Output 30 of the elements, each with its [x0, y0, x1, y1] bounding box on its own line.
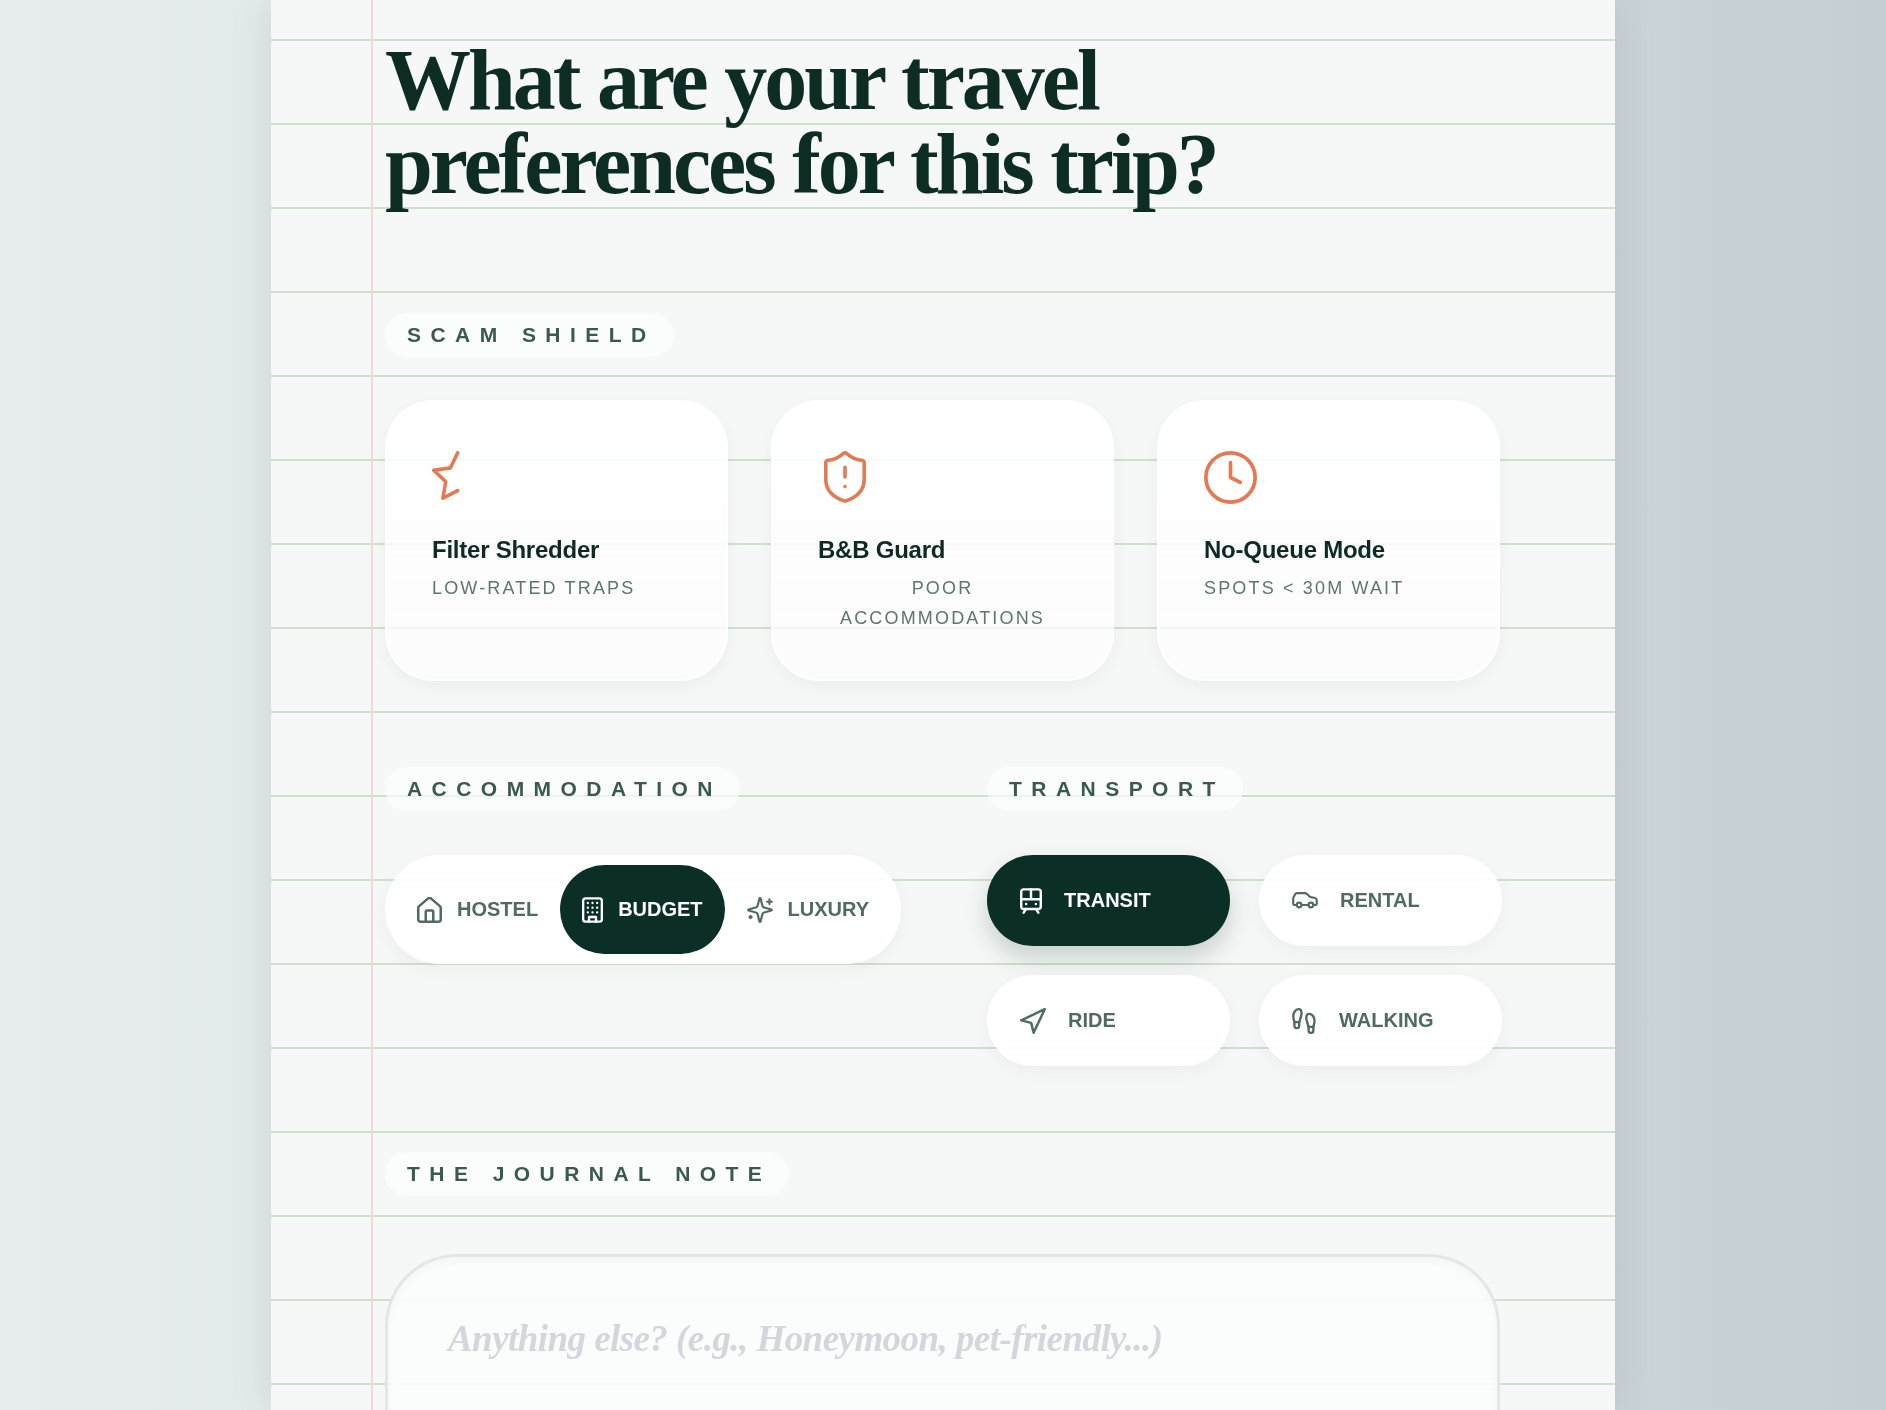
- section-label: THE JOURNAL NOTE: [385, 1152, 790, 1196]
- accommodation-option[interactable]: BUDGET: [560, 865, 725, 954]
- transport-option[interactable]: RIDE: [987, 975, 1231, 1066]
- car-icon: [1292, 892, 1319, 909]
- card-title: B&B Guard: [818, 535, 947, 565]
- section-label: TRANSPORT: [987, 767, 1243, 811]
- card-subtitle: SPOTS < 30M WAIT: [1204, 577, 1405, 600]
- tram-icon: [1020, 887, 1043, 914]
- card-subtitle: LOW-RATED TRAPS: [432, 577, 636, 600]
- page-title: What are your travel preferences for this trip?: [385, 31, 1218, 214]
- card-title: Filter Shredder: [432, 535, 601, 565]
- transport-option[interactable]: TRANSIT: [987, 855, 1231, 946]
- accommodation-option[interactable]: HOSTEL: [395, 865, 561, 954]
- clock-icon: [1204, 451, 1257, 504]
- sparkles-icon: [746, 896, 773, 923]
- card-subtitle: POOR ACCOMMODATIONS: [839, 577, 1046, 630]
- transport-option[interactable]: RENTAL: [1259, 855, 1503, 946]
- transport-option[interactable]: WALKING: [1259, 975, 1503, 1066]
- house-icon: [417, 896, 442, 923]
- scam-shield-card[interactable]: B&B Guard POOR ACCOMMODATIONS: [771, 400, 1114, 681]
- building-icon: [582, 896, 604, 923]
- section-label: SCAM SHIELD: [385, 313, 674, 357]
- scam-shield-card[interactable]: No-Queue Mode SPOTS < 30M WAIT: [1157, 400, 1500, 681]
- accommodation-option[interactable]: LUXURY: [724, 865, 892, 954]
- navigation-arrow-icon: [1020, 1007, 1047, 1034]
- section-label: ACCOMMODATION: [385, 767, 740, 811]
- shield-exclamation-icon: [824, 451, 866, 503]
- card-title: No-Queue Mode: [1204, 535, 1386, 565]
- footprints-icon: [1292, 1007, 1318, 1034]
- scam-shield-card[interactable]: Filter Shredder LOW-RATED TRAPS: [385, 400, 728, 681]
